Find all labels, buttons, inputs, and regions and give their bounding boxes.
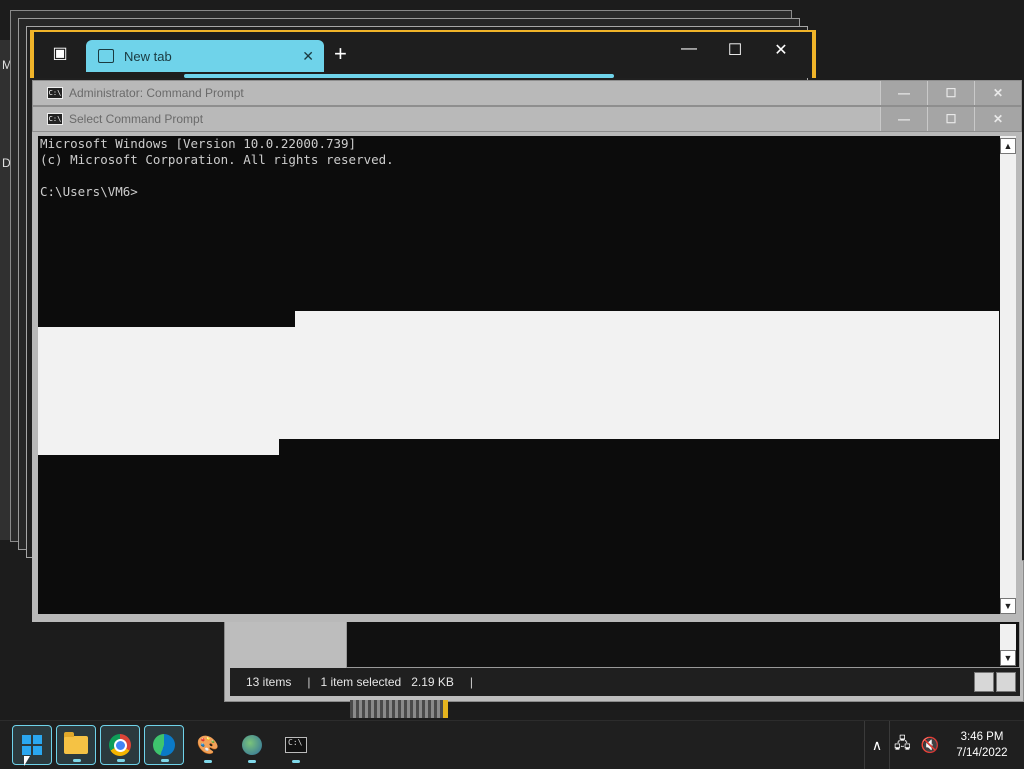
- clock[interactable]: 3:46 PM 7/14/2022: [944, 721, 1020, 769]
- running-indicator: [73, 759, 81, 762]
- file-explorer-content: [346, 620, 1020, 668]
- console-prompt: C:\Users\VM6>: [40, 184, 138, 199]
- console-line: Microsoft Windows [Version 10.0.22000.73…: [40, 136, 357, 151]
- console-line: (c) Microsoft Corporation. All rights re…: [40, 152, 394, 167]
- taskbar-chrome[interactable]: [100, 725, 140, 765]
- close-tab-icon[interactable]: ✕: [302, 48, 314, 65]
- taskbar-edge[interactable]: [144, 725, 184, 765]
- taskbar-command-prompt[interactable]: C:\: [276, 725, 316, 765]
- running-indicator: [161, 759, 169, 762]
- console-scrollbar[interactable]: ▲ ▼: [1000, 136, 1016, 614]
- window-edge-pattern: [350, 700, 446, 718]
- admin-cmd-minimize-button[interactable]: —: [880, 81, 927, 105]
- taskbar: 🎨 C:\ ∧ 🖧 🔇 3:46 PM 7/14/2022: [0, 720, 1024, 769]
- chrome-icon: [109, 734, 131, 756]
- scroll-down-icon[interactable]: ▼: [1000, 598, 1016, 614]
- explorer-scrollbar[interactable]: ▼: [1000, 624, 1016, 666]
- admin-cmd-maximize-button[interactable]: ☐: [927, 81, 974, 105]
- admin-cmd-titlebar[interactable]: C:\ Administrator: Command Prompt — ☐ ✕: [32, 80, 1022, 106]
- folder-icon: [64, 732, 88, 754]
- new-tab-button[interactable]: +: [334, 42, 347, 66]
- select-cmd-titlebar[interactable]: C:\ Select Command Prompt — ☐ ✕: [32, 106, 1022, 132]
- window-edge-accent: [443, 700, 448, 718]
- admin-cmd-close-button[interactable]: ✕: [974, 81, 1021, 105]
- tab-title: New tab: [124, 48, 172, 64]
- status-separator: |: [307, 675, 311, 689]
- taskbar-network-app[interactable]: [232, 725, 272, 765]
- running-indicator: [292, 760, 300, 763]
- select-cmd-maximize-button[interactable]: ☐: [927, 107, 974, 131]
- page-icon: [98, 49, 114, 63]
- text-selection: [38, 439, 279, 455]
- network-icon[interactable]: 🖧: [894, 733, 911, 758]
- running-indicator: [248, 760, 256, 763]
- chevron-up-icon: ∧: [871, 736, 883, 753]
- select-cmd-close-button[interactable]: ✕: [974, 107, 1021, 131]
- running-indicator: [204, 760, 212, 763]
- browser-tab[interactable]: New tab ✕: [86, 40, 324, 72]
- system-tray-icons[interactable]: 🖧 🔇: [894, 721, 939, 769]
- terminal-icon: C:\: [285, 737, 307, 753]
- selected-size: 2.19 KB: [411, 675, 454, 689]
- admin-cmd-title: Administrator: Command Prompt: [69, 86, 244, 100]
- mouse-cursor: [24, 756, 30, 766]
- edge-icon: [153, 734, 175, 756]
- explorer-status-bar: 13 items | 1 item selected 2.19 KB |: [230, 668, 1020, 696]
- running-indicator: [117, 759, 125, 762]
- scroll-up-icon[interactable]: ▲: [1000, 138, 1016, 154]
- text-selection: [38, 327, 999, 439]
- cmd-icon: C:\: [47, 113, 63, 125]
- windows-icon: [22, 735, 42, 755]
- taskbar-file-explorer[interactable]: [56, 725, 96, 765]
- volume-muted-icon[interactable]: 🔇: [921, 736, 940, 754]
- browser-minimize-button[interactable]: —: [674, 40, 704, 58]
- clock-time: 3:46 PM: [960, 731, 1004, 743]
- details-view-icon[interactable]: [974, 672, 994, 692]
- address-bar-edge[interactable]: [184, 74, 614, 78]
- browser-maximize-button[interactable]: ☐: [720, 40, 750, 60]
- items-count: 13 items: [246, 675, 292, 689]
- taskbar-paint[interactable]: 🎨: [188, 725, 228, 765]
- select-cmd-minimize-button[interactable]: —: [880, 107, 927, 131]
- globe-icon: [242, 735, 262, 755]
- palette-icon: 🎨: [196, 734, 220, 755]
- tab-actions-icon[interactable]: ▣: [48, 42, 72, 66]
- selected-count: 1 item selected: [320, 675, 402, 689]
- status-separator-2: |: [469, 675, 474, 689]
- show-hidden-icons-button[interactable]: ∧: [864, 721, 890, 769]
- cmd-icon: C:\: [47, 87, 63, 99]
- select-cmd-title: Select Command Prompt: [69, 112, 204, 126]
- browser-window[interactable]: ▣ New tab ✕ + — ☐ ✕: [30, 30, 816, 78]
- start-button[interactable]: [12, 725, 52, 765]
- large-icons-view-icon[interactable]: [996, 672, 1016, 692]
- clock-date: 7/14/2022: [956, 747, 1008, 759]
- browser-close-button[interactable]: ✕: [766, 40, 796, 60]
- scroll-down-icon[interactable]: ▼: [1000, 650, 1016, 666]
- text-selection: [295, 311, 999, 327]
